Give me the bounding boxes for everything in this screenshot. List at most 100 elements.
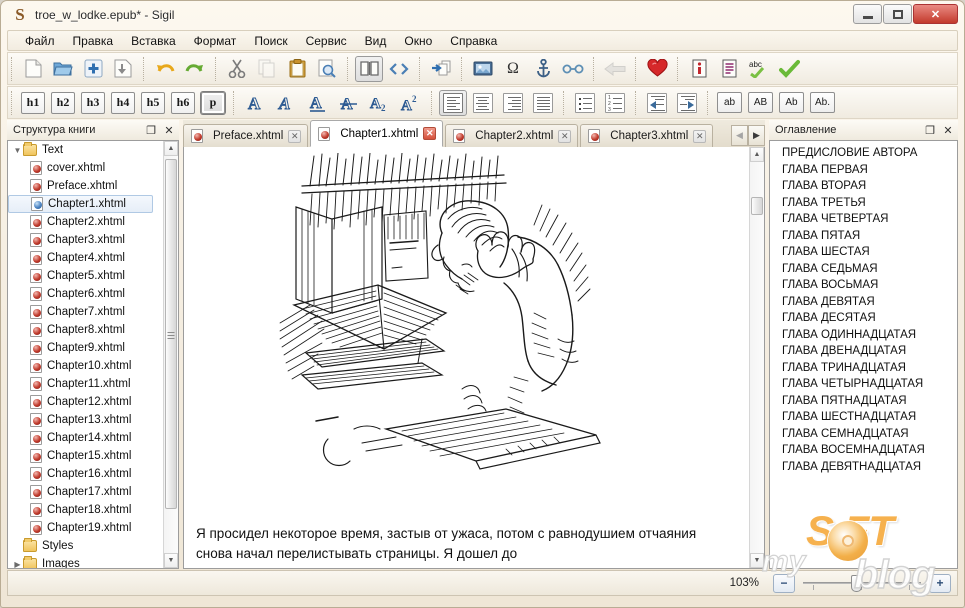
scroll-down-icon[interactable]: ▼ <box>164 553 178 568</box>
preview-button[interactable] <box>313 56 341 82</box>
toc-entry[interactable]: ГЛАВА ШЕСТАЯ <box>778 244 957 261</box>
close-button[interactable]: ✕ <box>913 4 958 24</box>
tree-file-row[interactable]: Chapter8.xhtml <box>8 321 163 339</box>
split-at-cursor-button[interactable] <box>427 56 455 82</box>
tab-chapter1[interactable]: Chapter1.xhtml ✕ <box>310 120 444 147</box>
uppercase-button[interactable]: AB <box>748 92 773 113</box>
toc-entry[interactable]: ГЛАВА ВОСЕМНАДЦАТАЯ <box>778 442 957 459</box>
tree-file-row[interactable]: Chapter1.xhtml <box>8 195 153 213</box>
tree-file-row[interactable]: Chapter9.xhtml <box>8 339 163 357</box>
bold-button[interactable]: A <box>242 91 269 115</box>
tree-file-row[interactable]: Chapter19.xhtml <box>8 519 163 537</box>
toc-entry[interactable]: ГЛАВА СЕМНАДЦАТАЯ <box>778 426 957 443</box>
tree-file-row[interactable]: Chapter3.xhtml <box>8 231 163 249</box>
toc-entry[interactable]: ГЛАВА ЧЕТВЕРТАЯ <box>778 211 957 228</box>
back-button[interactable] <box>601 56 629 82</box>
tab-close-icon[interactable]: ✕ <box>693 129 707 143</box>
add-heading-to-toc-button[interactable] <box>643 56 671 82</box>
book-structure-tree[interactable]: ▼ Text cover.xhtml Preface.xhtml Chapter1.xh… <box>7 140 179 569</box>
heading-h2-button[interactable]: h2 <box>51 91 75 114</box>
menu-item-tools[interactable]: Сервис <box>297 32 356 50</box>
tree-folder-row[interactable]: ▶ Images <box>8 555 163 568</box>
tree-file-row[interactable]: Chapter14.xhtml <box>8 429 163 447</box>
numbered-list-button[interactable]: 123 <box>601 90 629 116</box>
zoom-slider-thumb[interactable] <box>851 575 862 592</box>
increase-indent-button[interactable] <box>673 90 701 116</box>
toc-entry[interactable]: ГЛАВА ДВЕНАДЦАТАЯ <box>778 343 957 360</box>
chevron-down-icon[interactable]: ▼ <box>12 146 23 155</box>
close-panel-icon[interactable]: ✕ <box>161 122 177 138</box>
code-view-button[interactable] <box>385 56 413 82</box>
metadata-editor-button[interactable] <box>685 56 713 82</box>
float-panel-icon[interactable]: ❐ <box>922 122 938 138</box>
book-view-button[interactable] <box>355 55 383 82</box>
scroll-up-icon[interactable]: ▲ <box>164 141 178 156</box>
tree-file-row[interactable]: Chapter4.xhtml <box>8 249 163 267</box>
toc-entry[interactable]: ГЛАВА ШЕСТНАДЦАТАЯ <box>778 409 957 426</box>
decrease-indent-button[interactable] <box>643 90 671 116</box>
scrollbar-thumb[interactable] <box>165 159 177 509</box>
align-left-button[interactable] <box>439 89 467 116</box>
align-justify-button[interactable] <box>529 90 557 116</box>
align-center-button[interactable] <box>469 90 497 116</box>
scrollbar-thumb[interactable] <box>751 197 763 215</box>
toc-entry[interactable]: ГЛАВА ПЯТАЯ <box>778 228 957 245</box>
document-editor[interactable]: Я просидел некоторое время, застыв от уж… <box>183 147 765 569</box>
open-folder-button[interactable] <box>49 56 77 82</box>
tree-file-row[interactable]: Chapter16.xhtml <box>8 465 163 483</box>
toc-entry[interactable]: ПРЕДИСЛОВИЕ АВТОРА <box>778 145 957 162</box>
redo-button[interactable] <box>181 56 209 82</box>
heading-h6-button[interactable]: h6 <box>171 91 195 114</box>
tree-file-row[interactable]: Chapter17.xhtml <box>8 483 163 501</box>
spellcheck-button[interactable]: abc <box>745 56 773 82</box>
paragraph-button[interactable]: p <box>201 91 225 114</box>
superscript-button[interactable]: A2 <box>397 91 424 115</box>
titlecase-button[interactable]: Ab <box>779 92 804 113</box>
strikethrough-button[interactable]: A <box>335 91 362 115</box>
zoom-slider[interactable] <box>803 574 921 592</box>
tree-file-row[interactable]: Chapter11.xhtml <box>8 375 163 393</box>
italic-button[interactable]: A <box>273 91 300 115</box>
heading-h5-button[interactable]: h5 <box>141 91 165 114</box>
scroll-down-icon[interactable]: ▼ <box>750 553 764 568</box>
toc-entry[interactable]: ГЛАВА ЧЕТЫРНАДЦАТАЯ <box>778 376 957 393</box>
tree-file-row[interactable]: Chapter5.xhtml <box>8 267 163 285</box>
toc-entry[interactable]: ГЛАВА СЕДЬМАЯ <box>778 261 957 278</box>
tree-file-row[interactable]: Chapter2.xhtml <box>8 213 163 231</box>
insert-image-button[interactable] <box>469 56 497 82</box>
menu-item-search[interactable]: Поиск <box>245 32 296 50</box>
tab-scroll-left-icon[interactable]: ◀ <box>731 125 748 146</box>
tab-chapter3[interactable]: Chapter3.xhtml ✕ <box>580 124 714 147</box>
subscript-button[interactable]: A2 <box>366 91 393 115</box>
tab-close-icon[interactable]: ✕ <box>558 129 572 143</box>
menu-item-edit[interactable]: Правка <box>64 32 123 50</box>
menu-item-window[interactable]: Окно <box>395 32 441 50</box>
tab-preface[interactable]: Preface.xhtml ✕ <box>183 124 309 147</box>
float-panel-icon[interactable]: ❐ <box>143 122 159 138</box>
tab-close-icon[interactable]: ✕ <box>423 127 437 140</box>
insert-link-button[interactable] <box>559 56 587 82</box>
tree-file-row[interactable]: Chapter10.xhtml <box>8 357 163 375</box>
lowercase-button[interactable]: ab <box>717 92 742 113</box>
maximize-button[interactable] <box>883 4 912 24</box>
heading-h4-button[interactable]: h4 <box>111 91 135 114</box>
menu-item-file[interactable]: Файл <box>16 32 64 50</box>
menu-item-insert[interactable]: Вставка <box>122 32 185 50</box>
tab-close-icon[interactable]: ✕ <box>288 129 302 143</box>
toc-entry[interactable]: ГЛАВА ТРИНАДЦАТАЯ <box>778 360 957 377</box>
tab-scroll-right-icon[interactable]: ▶ <box>748 125 765 146</box>
align-right-button[interactable] <box>499 90 527 116</box>
undo-button[interactable] <box>151 56 179 82</box>
save-button[interactable] <box>109 56 137 82</box>
tab-chapter2[interactable]: Chapter2.xhtml ✕ <box>445 124 579 147</box>
menu-item-help[interactable]: Справка <box>441 32 506 50</box>
toc-entry[interactable]: ГЛАВА ТРЕТЬЯ <box>778 195 957 212</box>
tree-file-row[interactable]: Chapter12.xhtml <box>8 393 163 411</box>
tree-file-row[interactable]: Chapter18.xhtml <box>8 501 163 519</box>
toc-entry[interactable]: ГЛАВА ОДИННАДЦАТАЯ <box>778 327 957 344</box>
cut-button[interactable] <box>223 56 251 82</box>
add-file-button[interactable] <box>79 56 107 82</box>
tree-file-row[interactable]: Preface.xhtml <box>8 177 163 195</box>
heading-h1-button[interactable]: h1 <box>21 91 45 114</box>
menu-item-view[interactable]: Вид <box>356 32 396 50</box>
